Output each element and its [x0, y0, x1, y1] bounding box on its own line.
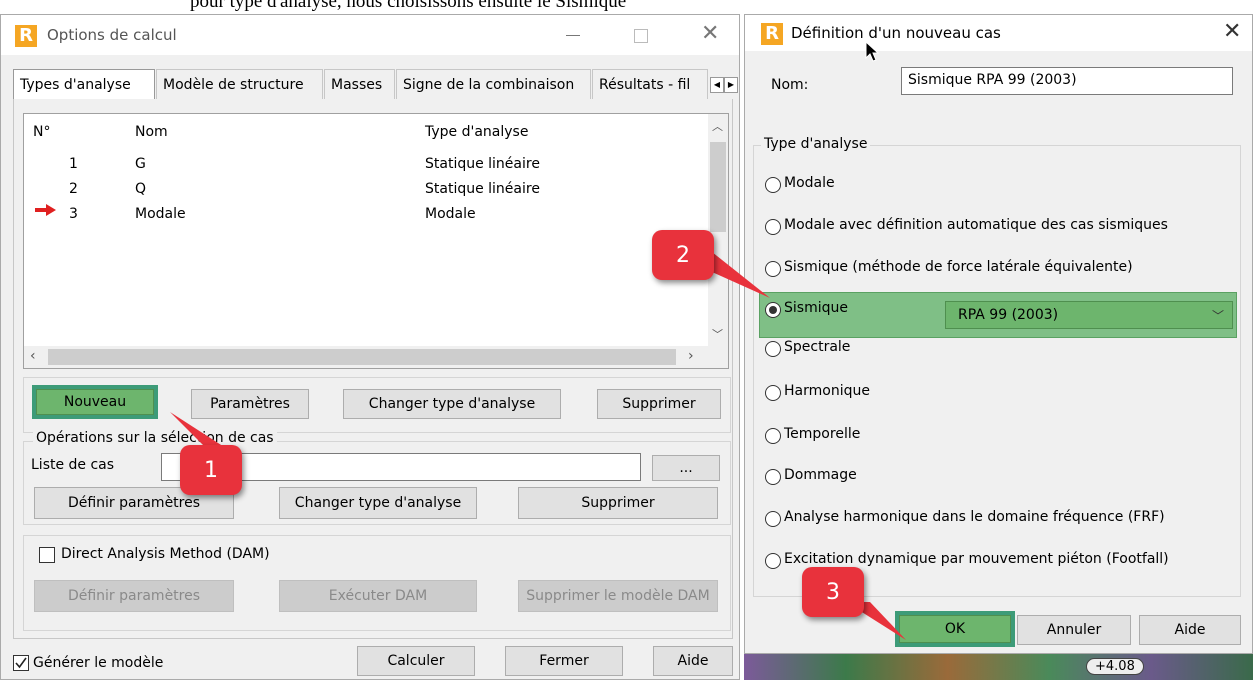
callout-3: 3: [802, 567, 864, 617]
callout-pointers: [170, 252, 906, 640]
callout-2: 2: [652, 230, 714, 280]
callout-1: 1: [180, 445, 242, 495]
callout-2-pointer: [712, 252, 770, 298]
